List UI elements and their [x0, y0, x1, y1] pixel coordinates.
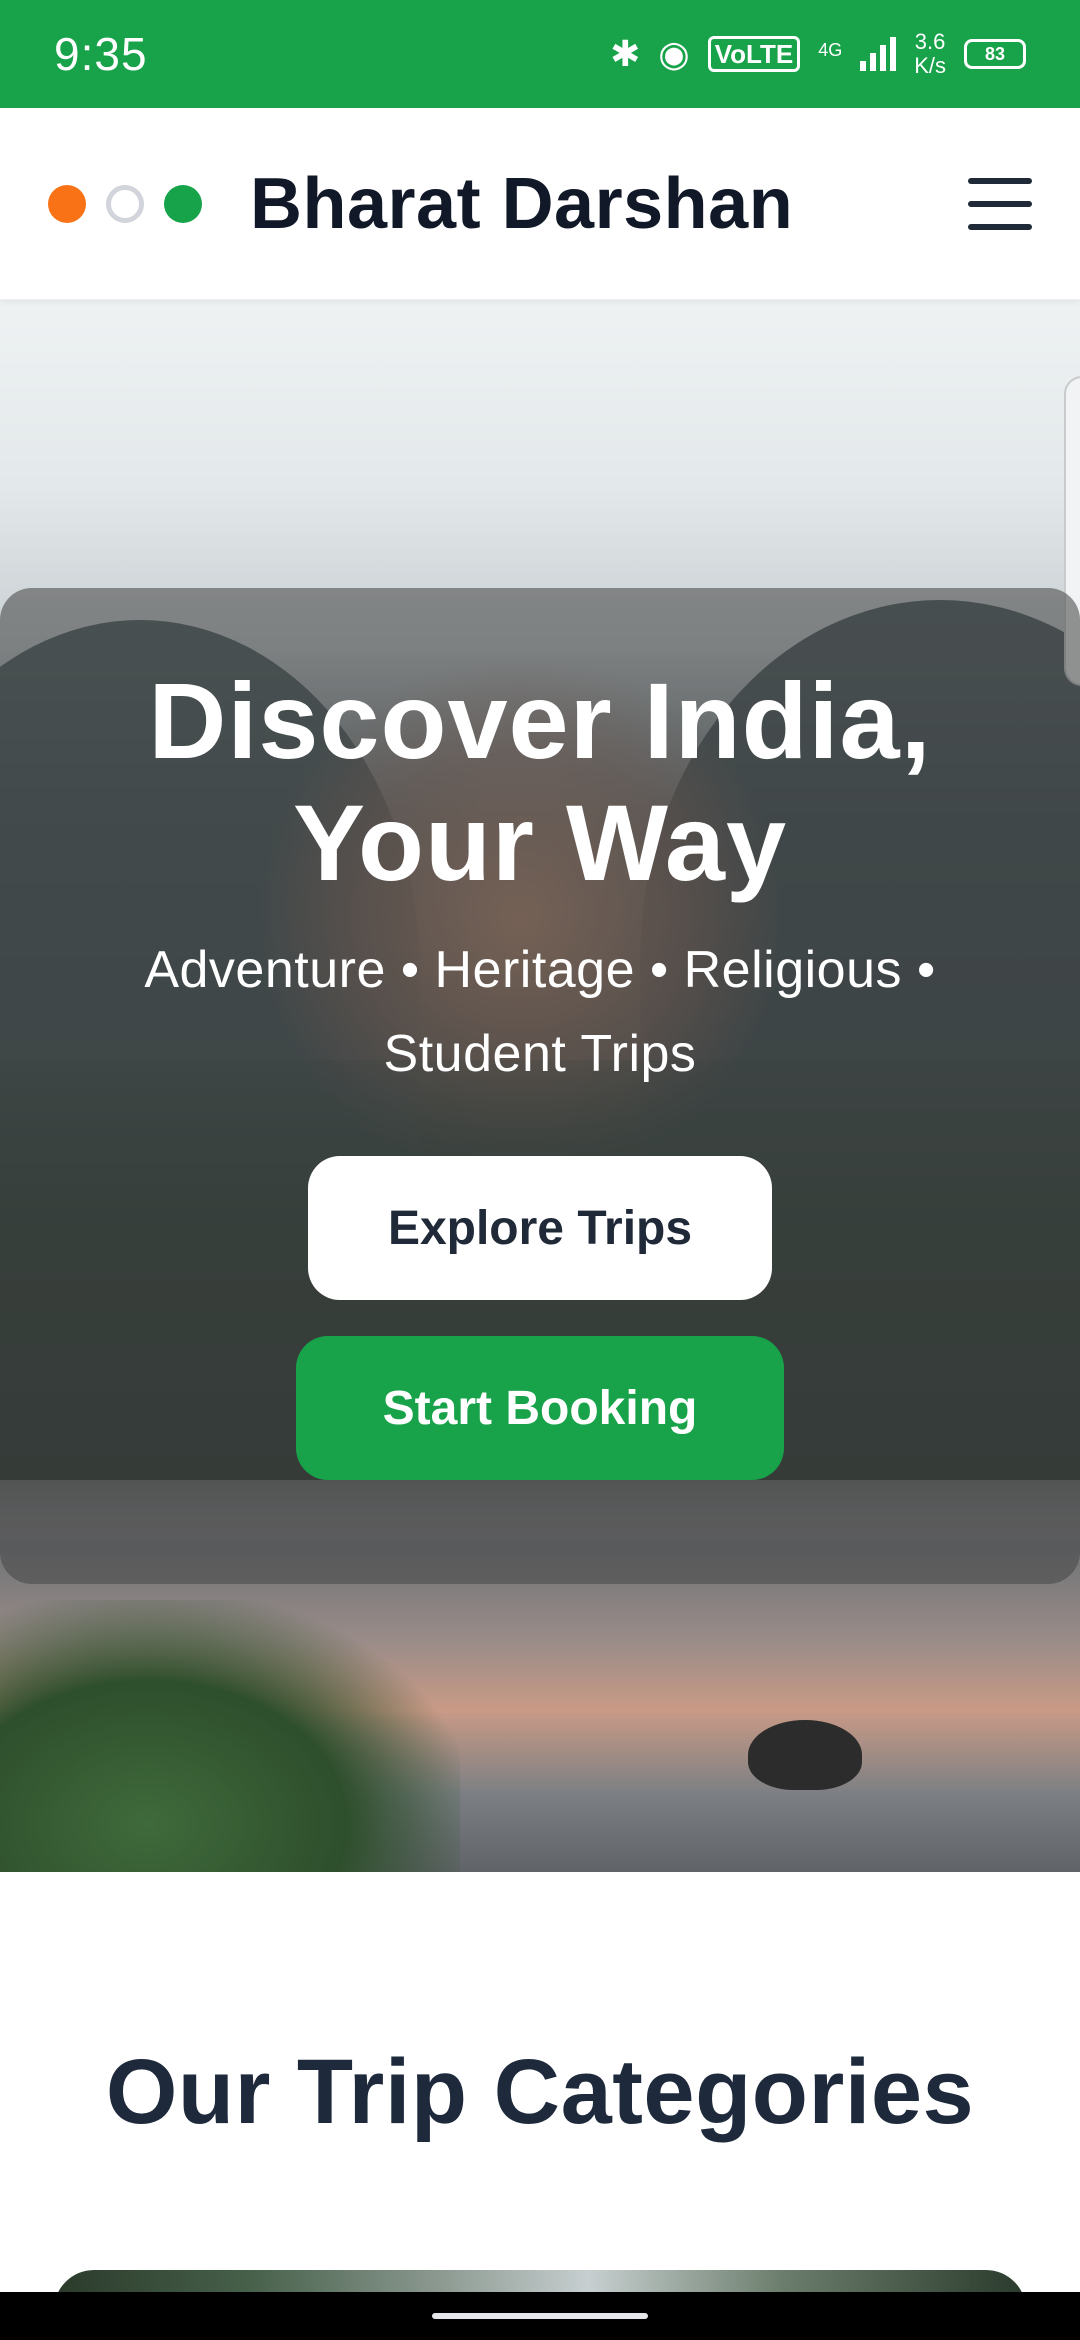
logo-dot-green — [164, 184, 202, 223]
status-bar: 9:35 ✱ ◉ VoLTE 4G 3.6 K/s 83 — [0, 0, 1080, 108]
explore-trips-button[interactable]: Explore Trips — [308, 1156, 772, 1300]
status-icons: ✱ ◉ VoLTE 4G 3.6 K/s 83 — [610, 30, 1026, 78]
hero-subtitle: Adventure • Heritage • Religious • Stude… — [144, 941, 936, 1083]
volte-icon: VoLTE — [707, 36, 801, 72]
hero-title: Discover India, Your Way — [148, 660, 932, 903]
battery-icon: 83 — [964, 39, 1026, 69]
bluetooth-icon: ✱ — [610, 33, 641, 74]
network-type: 4G — [818, 40, 843, 60]
speed-unit: K/s — [914, 53, 946, 78]
hero-background-rock — [748, 1720, 862, 1790]
logo-dot-white — [106, 184, 144, 223]
speed-value: 3.6 — [914, 29, 946, 54]
hero-card: Discover India, Your Way Adventure • Her… — [0, 588, 1080, 1584]
network-speed: 3.6 K/s — [914, 30, 946, 78]
system-nav-bar — [0, 2292, 1080, 2340]
battery-level: 83 — [984, 43, 1006, 64]
logo-dots[interactable] — [48, 184, 202, 223]
status-time: 9:35 — [54, 28, 148, 80]
app-header: Bharat Darshan — [0, 108, 1080, 300]
hero-section: Discover India, Your Way Adventure • Her… — [0, 300, 1080, 1872]
categories-heading: Our Trip Categories — [105, 2041, 975, 2143]
home-indicator[interactable] — [432, 2313, 648, 2319]
start-booking-button[interactable]: Start Booking — [296, 1336, 784, 1480]
signal-icon — [860, 37, 897, 71]
brand-title[interactable]: Bharat Darshan — [250, 163, 793, 245]
hamburger-menu-icon[interactable] — [968, 177, 1032, 230]
hotspot-icon: ◉ — [658, 33, 690, 74]
logo-dot-saffron — [48, 184, 86, 223]
hero-background-grass — [0, 1600, 460, 1872]
